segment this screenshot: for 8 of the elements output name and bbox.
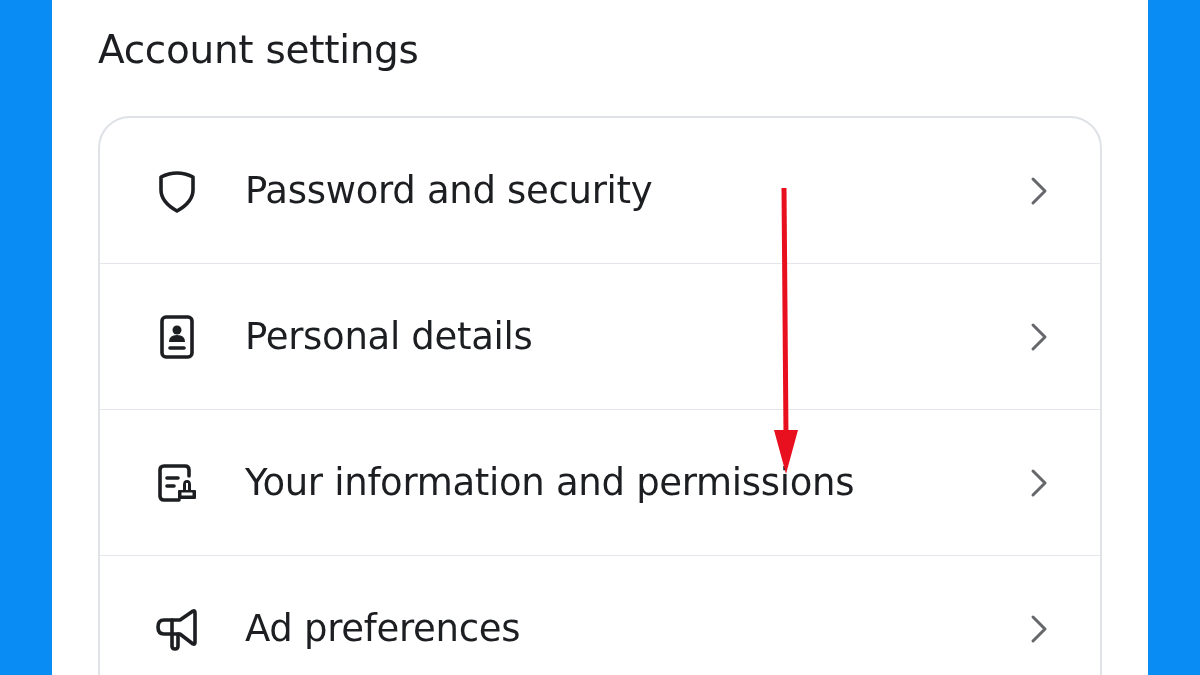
settings-row[interactable]: Personal details [100, 264, 1100, 410]
settings-row[interactable]: Ad preferences [100, 556, 1100, 675]
page-title: Account settings [98, 26, 420, 74]
row-label: Ad preferences [245, 607, 522, 650]
settings-row[interactable]: Password and security [100, 118, 1100, 264]
row-label: Your information and permissions [245, 461, 856, 504]
row-label: Personal details [245, 315, 534, 358]
row-label: Password and security [245, 169, 654, 212]
